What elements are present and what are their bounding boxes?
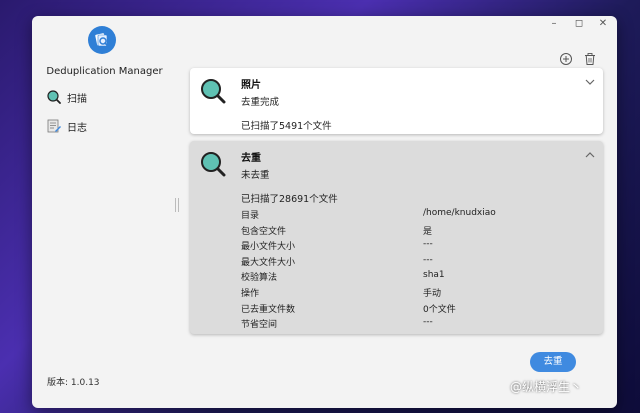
detail-value: /home/knudxiao (423, 208, 496, 218)
detail-label: 操作 (241, 288, 260, 299)
minimize-icon[interactable]: – (544, 18, 564, 32)
app-logo-icon (88, 26, 116, 54)
scan-magnifier-icon (47, 90, 61, 104)
chevron-up-icon[interactable] (585, 150, 595, 160)
detail-row: 目录 /home/knudxiao (241, 208, 591, 224)
detail-value: --- (423, 254, 433, 265)
detail-label: 目录 (241, 211, 260, 221)
detail-value: --- (423, 239, 433, 250)
detail-value: 0个文件 (423, 304, 456, 315)
detail-label: 最小文件大小 (241, 242, 296, 253)
card-title: 照片 (241, 80, 261, 91)
detail-value: --- (423, 317, 433, 328)
detail-row: 操作 手动 (241, 286, 591, 302)
detail-value: 手动 (423, 288, 442, 299)
card-details: 目录 /home/knudxiao 包含空文件 是 最小文件大小 --- 最大文… (241, 208, 591, 333)
card-status: 未去重 (241, 170, 270, 181)
scan-magnifier-icon (201, 152, 226, 177)
detail-label: 节省空间 (241, 320, 278, 331)
version-label: 版本: 1.0.13 (47, 378, 100, 388)
detail-row: 包含空文件 是 (241, 224, 591, 240)
detail-label: 最大文件大小 (241, 257, 296, 268)
plus-circle-icon[interactable] (559, 52, 573, 66)
maximize-icon[interactable]: ◻ (569, 18, 589, 32)
app-title: Deduplication Manager (46, 66, 163, 77)
card-summary: 已扫描了5491个文件 (241, 121, 332, 132)
dedupe-button[interactable]: 去重 (530, 352, 576, 372)
detail-label: 已去重文件数 (241, 304, 296, 315)
detail-row: 最大文件大小 --- (241, 255, 591, 271)
sidebar: Deduplication Manager 扫描 日志 版本: 1.0.13 (32, 16, 182, 408)
card-summary: 已扫描了28691个文件 (241, 194, 338, 205)
detail-row: 最小文件大小 --- (241, 239, 591, 255)
log-document-icon (47, 119, 61, 133)
card-status: 去重完成 (241, 97, 280, 108)
sidebar-item-label: 扫描 (67, 93, 87, 105)
detail-value: sha1 (423, 270, 445, 281)
trash-icon[interactable] (583, 52, 597, 66)
chevron-down-icon[interactable] (585, 77, 595, 87)
detail-label: 校验算法 (241, 273, 278, 284)
detail-row: 校验算法 sha1 (241, 270, 591, 286)
sidebar-item-log[interactable]: 日志 (47, 118, 87, 134)
task-card-dedupe[interactable]: 去重 未去重 已扫描了28691个文件 目录 /home/knudxiao 包含… (190, 141, 603, 334)
card-title: 去重 (241, 153, 261, 164)
detail-row: 节省空间 --- (241, 317, 591, 333)
close-icon[interactable]: ✕ (593, 18, 613, 32)
detail-label: 包含空文件 (241, 226, 287, 237)
app-window: – ◻ ✕ Deduplication Manager 扫描 日志 版本: 1.… (32, 16, 617, 408)
detail-row: 已去重文件数 0个文件 (241, 302, 591, 318)
scan-magnifier-icon (201, 79, 226, 104)
sidebar-splitter-handle[interactable] (175, 198, 179, 212)
sidebar-item-label: 日志 (67, 122, 87, 134)
detail-value: 是 (423, 226, 433, 237)
task-card-photos[interactable]: 照片 去重完成 已扫描了5491个文件 (190, 68, 603, 134)
sidebar-item-scan[interactable]: 扫描 (47, 89, 87, 105)
watermark-text: @纵横浮生丶 (510, 380, 583, 394)
